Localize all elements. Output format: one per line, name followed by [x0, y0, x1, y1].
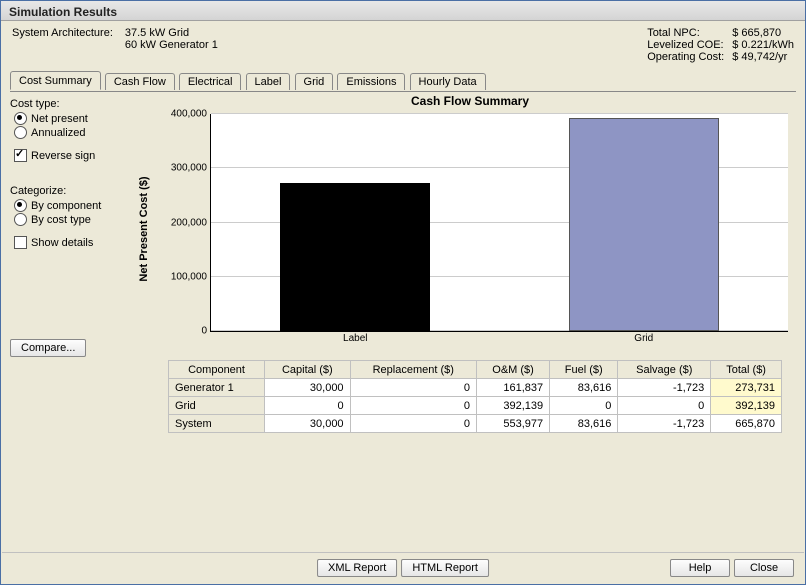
tab-hourly-data[interactable]: Hourly Data	[410, 73, 486, 90]
table-cell: 83,616	[550, 415, 618, 433]
chart: Cash Flow Summary Net Present Cost ($) 0…	[150, 94, 790, 352]
arch-line2: 60 kW Generator 1	[125, 39, 218, 51]
tab-emissions[interactable]: Emissions	[337, 73, 405, 90]
cost-type-label: Cost type:	[10, 98, 140, 110]
coe-value: $ 0.221/kWh	[732, 39, 794, 51]
table-cell: 0	[618, 397, 711, 415]
op-value: $ 49,742/yr	[732, 51, 794, 63]
radio-label: Annualized	[31, 127, 85, 139]
table-header: Replacement ($)	[350, 361, 476, 379]
npc-label: Total NPC:	[647, 27, 724, 39]
table-cell: 392,139	[477, 397, 550, 415]
table-cell: 0	[265, 397, 350, 415]
header-left: System Architecture: 37.5 kW Grid 60 kW …	[12, 27, 218, 63]
check-label: Reverse sign	[31, 150, 95, 162]
radio-by-component[interactable]: By component	[14, 199, 140, 212]
table-header: O&M ($)	[477, 361, 550, 379]
header: System Architecture: 37.5 kW Grid 60 kW …	[2, 21, 804, 67]
y-tick-label: 300,000	[171, 163, 211, 174]
table-cell: 273,731	[711, 379, 782, 397]
header-right: Total NPC: Levelized COE: Operating Cost…	[647, 27, 794, 63]
table-cell: 30,000	[265, 379, 350, 397]
tab-cost-summary[interactable]: Cost Summary	[10, 71, 101, 90]
checkbox-icon	[14, 149, 27, 162]
check-label: Show details	[31, 237, 93, 249]
gridline	[211, 113, 788, 114]
row-label: System	[169, 415, 265, 433]
x-tick-label: Label	[343, 331, 367, 344]
tab-label[interactable]: Label	[246, 73, 291, 90]
y-axis-title: Net Present Cost ($)	[138, 176, 150, 281]
table-cell: 0	[350, 397, 476, 415]
arch-label: System Architecture:	[12, 27, 113, 39]
table-header: Capital ($)	[265, 361, 350, 379]
xml-report-button[interactable]: XML Report	[317, 559, 397, 577]
window: Simulation Results System Architecture: …	[0, 0, 806, 585]
radio-label: By component	[31, 200, 101, 212]
table-cell: 161,837	[477, 379, 550, 397]
chart-title: Cash Flow Summary	[150, 94, 790, 110]
window-title: Simulation Results	[1, 1, 805, 21]
chart-plot: 0100,000200,000300,000400,000LabelGrid	[210, 114, 788, 332]
row-label: Generator 1	[169, 379, 265, 397]
table-row: System30,0000553,97783,616-1,723665,870	[169, 415, 782, 433]
radio-annualized[interactable]: Annualized	[14, 126, 140, 139]
x-tick-label: Grid	[634, 331, 653, 344]
table-cell: 83,616	[550, 379, 618, 397]
chart-body: Net Present Cost ($) 0100,000200,000300,…	[150, 110, 790, 348]
table-row: Generator 130,0000161,83783,616-1,723273…	[169, 379, 782, 397]
client-area: System Architecture: 37.5 kW Grid 60 kW …	[2, 21, 804, 583]
help-button[interactable]: Help	[670, 559, 730, 577]
op-label: Operating Cost:	[647, 51, 724, 63]
tab-electrical[interactable]: Electrical	[179, 73, 242, 90]
radio-label: Net present	[31, 113, 88, 125]
table-header: Total ($)	[711, 361, 782, 379]
bar-label	[280, 183, 430, 331]
html-report-button[interactable]: HTML Report	[401, 559, 489, 577]
table-cell: 553,977	[477, 415, 550, 433]
tabstrip: Cost Summary Cash Flow Electrical Label …	[10, 71, 796, 91]
table-cell: 0	[550, 397, 618, 415]
table-header: Component	[169, 361, 265, 379]
cost-table: ComponentCapital ($)Replacement ($)O&M (…	[168, 360, 782, 433]
table-header-row: ComponentCapital ($)Replacement ($)O&M (…	[169, 361, 782, 379]
coe-label: Levelized COE:	[647, 39, 724, 51]
y-tick-label: 100,000	[171, 271, 211, 282]
check-show-details[interactable]: Show details	[14, 236, 140, 249]
table-cell: 392,139	[711, 397, 782, 415]
table-header: Salvage ($)	[618, 361, 711, 379]
bar-grid	[569, 118, 719, 331]
checkbox-icon	[14, 236, 27, 249]
footer: XML Report HTML Report Help Close	[2, 552, 804, 583]
y-tick-label: 0	[201, 326, 211, 337]
arch-line1: 37.5 kW Grid	[125, 27, 218, 39]
close-button[interactable]: Close	[734, 559, 794, 577]
check-reverse-sign[interactable]: Reverse sign	[14, 149, 140, 162]
y-tick-label: 200,000	[171, 217, 211, 228]
radio-icon	[14, 213, 27, 226]
table-cell: 0	[350, 379, 476, 397]
side-controls: Cost type: Net present Annualized Revers…	[10, 98, 140, 357]
table-header: Fuel ($)	[550, 361, 618, 379]
radio-icon	[14, 112, 27, 125]
radio-icon	[14, 199, 27, 212]
table-cell: 0	[350, 415, 476, 433]
tab-cash-flow[interactable]: Cash Flow	[105, 73, 175, 90]
npc-value: $ 665,870	[732, 27, 794, 39]
tab-grid[interactable]: Grid	[295, 73, 334, 90]
compare-button[interactable]: Compare...	[10, 339, 86, 357]
table-cell: 665,870	[711, 415, 782, 433]
tab-panel-cost-summary: Cost type: Net present Annualized Revers…	[10, 91, 796, 538]
table-cell: -1,723	[618, 379, 711, 397]
table-row: Grid00392,13900392,139	[169, 397, 782, 415]
radio-label: By cost type	[31, 214, 91, 226]
y-tick-label: 400,000	[171, 109, 211, 120]
table-cell: -1,723	[618, 415, 711, 433]
row-label: Grid	[169, 397, 265, 415]
radio-net-present[interactable]: Net present	[14, 112, 140, 125]
radio-by-cost-type[interactable]: By cost type	[14, 213, 140, 226]
radio-icon	[14, 126, 27, 139]
table-cell: 30,000	[265, 415, 350, 433]
categorize-label: Categorize:	[10, 185, 140, 197]
